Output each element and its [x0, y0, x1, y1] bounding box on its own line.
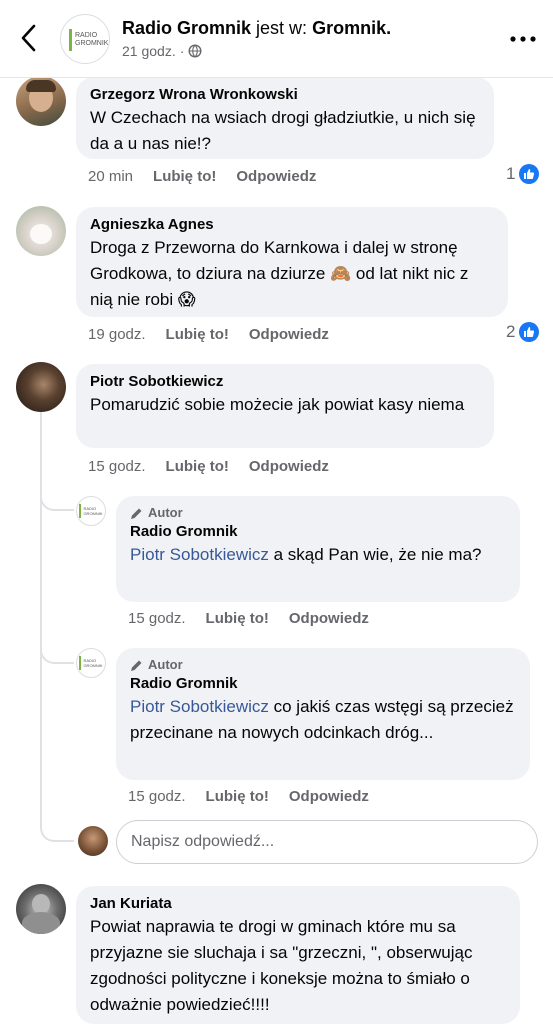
reply-time[interactable]: 15 godz.	[128, 788, 186, 805]
meta-separator: ·	[179, 43, 185, 59]
comment-time[interactable]: 20 min	[88, 168, 133, 185]
like-button[interactable]: Lubię to!	[206, 788, 269, 805]
post-meta: 21 godz. ·	[122, 43, 202, 59]
comment-bubble: Grzegorz Wrona Wronkowski W Czechach na …	[76, 77, 494, 159]
mention-link[interactable]: Piotr Sobotkiewicz	[130, 545, 269, 564]
reply-input[interactable]: Napisz odpowiedź...	[116, 820, 538, 864]
reaction-number: 2	[506, 322, 516, 341]
reply-actions: 15 godz. Lubię to! Odpowiedz	[128, 610, 369, 627]
page-name[interactable]: Radio Gromnik	[122, 18, 251, 38]
thumbs-up-icon	[519, 322, 540, 342]
thread-connector	[40, 806, 74, 842]
comment-text: Powiat naprawia te drogi w gminach które…	[90, 917, 473, 1014]
page-logo-avatar[interactable]: RADIO GROMNIK	[76, 496, 106, 526]
post-header: RADIO GROMNIK Radio Gromnik jest w: Grom…	[0, 0, 553, 78]
reaction-count[interactable]: 1	[506, 164, 540, 184]
logo-text-line2: GROMNIK	[75, 40, 109, 47]
pen-icon	[131, 508, 142, 519]
scream-emoji-icon: 😱	[177, 290, 196, 309]
thread-connector	[40, 628, 74, 664]
logo-text-line1: RADIO	[75, 32, 98, 39]
reply-time[interactable]: 15 godz.	[128, 610, 186, 627]
like-button[interactable]: Lubię to!	[166, 458, 229, 475]
author-badge: Autor	[130, 656, 516, 674]
comment-actions: 15 godz. Lubię to! Odpowiedz	[88, 458, 329, 475]
comment-bubble: Jan Kuriata Powiat naprawia te drogi w g…	[76, 886, 520, 1024]
thread-connector	[40, 475, 74, 511]
like-button[interactable]: Lubię to!	[206, 610, 269, 627]
reply-author[interactable]: Radio Gromnik	[130, 522, 506, 542]
post-title: Radio Gromnik jest w: Gromnik.	[122, 18, 391, 39]
reply-bubble: Autor Radio Gromnik Piotr Sobotkiewicz a…	[116, 496, 520, 602]
comment-time[interactable]: 15 godz.	[88, 458, 146, 475]
avatar[interactable]	[16, 884, 66, 934]
comment-actions: 19 godz. Lubię to! Odpowiedz	[88, 326, 329, 343]
logo-mark-icon	[69, 29, 72, 51]
checkin-text: jest w:	[256, 18, 308, 38]
mention-link[interactable]: Piotr Sobotkiewicz	[130, 697, 269, 716]
page-avatar[interactable]: RADIO GROMNIK	[60, 14, 110, 64]
comment-text: Pomarudzić sobie możecie jak powiat kasy…	[90, 395, 465, 414]
thumbs-up-icon	[519, 164, 540, 184]
like-button[interactable]: Lubię to!	[166, 326, 229, 343]
reply-input-placeholder: Napisz odpowiedź...	[131, 833, 275, 850]
comment-text: W Czechach na wsiach drogi gładziutkie, …	[90, 108, 476, 153]
comment-actions: 20 min Lubię to! Odpowiedz	[88, 168, 316, 185]
comment-bubble: Piotr Sobotkiewicz Pomarudzić sobie może…	[76, 364, 494, 448]
author-badge-label: Autor	[148, 657, 183, 672]
reply-button[interactable]: Odpowiedz	[249, 326, 329, 343]
comment-time[interactable]: 19 godz.	[88, 326, 146, 343]
comment-author[interactable]: Agnieszka Agnes	[90, 215, 494, 235]
reply-bubble: Autor Radio Gromnik Piotr Sobotkiewicz c…	[116, 648, 530, 780]
reaction-number: 1	[506, 164, 516, 183]
back-arrow-icon[interactable]	[14, 20, 44, 56]
reply-button[interactable]: Odpowiedz	[289, 610, 369, 627]
avatar[interactable]	[16, 362, 66, 412]
reply-actions: 15 godz. Lubię to! Odpowiedz	[128, 788, 369, 805]
reply-author[interactable]: Radio Gromnik	[130, 674, 516, 694]
see-no-evil-emoji-icon: 🙈	[330, 264, 352, 283]
comment-author[interactable]: Grzegorz Wrona Wronkowski	[90, 85, 480, 105]
reaction-count[interactable]: 2	[506, 322, 540, 342]
avatar[interactable]	[16, 76, 66, 126]
comment-text: Droga z Przeworna do Karnkowa i dalej w …	[90, 238, 469, 309]
page-logo-avatar[interactable]: RADIO GROMNIK	[76, 648, 106, 678]
globe-icon	[188, 44, 202, 58]
reply-button[interactable]: Odpowiedz	[249, 458, 329, 475]
more-options-icon[interactable]	[508, 26, 538, 52]
author-badge-label: Autor	[148, 505, 183, 520]
avatar[interactable]	[16, 206, 66, 256]
reply-text: Piotr Sobotkiewicz co jakiś czas wstęgi …	[130, 697, 514, 742]
reply-text: Piotr Sobotkiewicz a skąd Pan wie, że ni…	[130, 545, 482, 564]
location-name[interactable]: Gromnik.	[312, 18, 391, 38]
thread-line	[40, 412, 42, 812]
reply-button[interactable]: Odpowiedz	[236, 168, 316, 185]
current-user-avatar	[78, 826, 108, 856]
author-badge: Autor	[130, 504, 506, 522]
comment-bubble: Agnieszka Agnes Droga z Przeworna do Kar…	[76, 207, 508, 317]
pen-icon	[131, 660, 142, 671]
post-time[interactable]: 21 godz.	[122, 43, 176, 59]
reply-button[interactable]: Odpowiedz	[289, 788, 369, 805]
comment-author[interactable]: Piotr Sobotkiewicz	[90, 372, 480, 392]
like-button[interactable]: Lubię to!	[153, 168, 216, 185]
comment-author[interactable]: Jan Kuriata	[90, 894, 506, 914]
